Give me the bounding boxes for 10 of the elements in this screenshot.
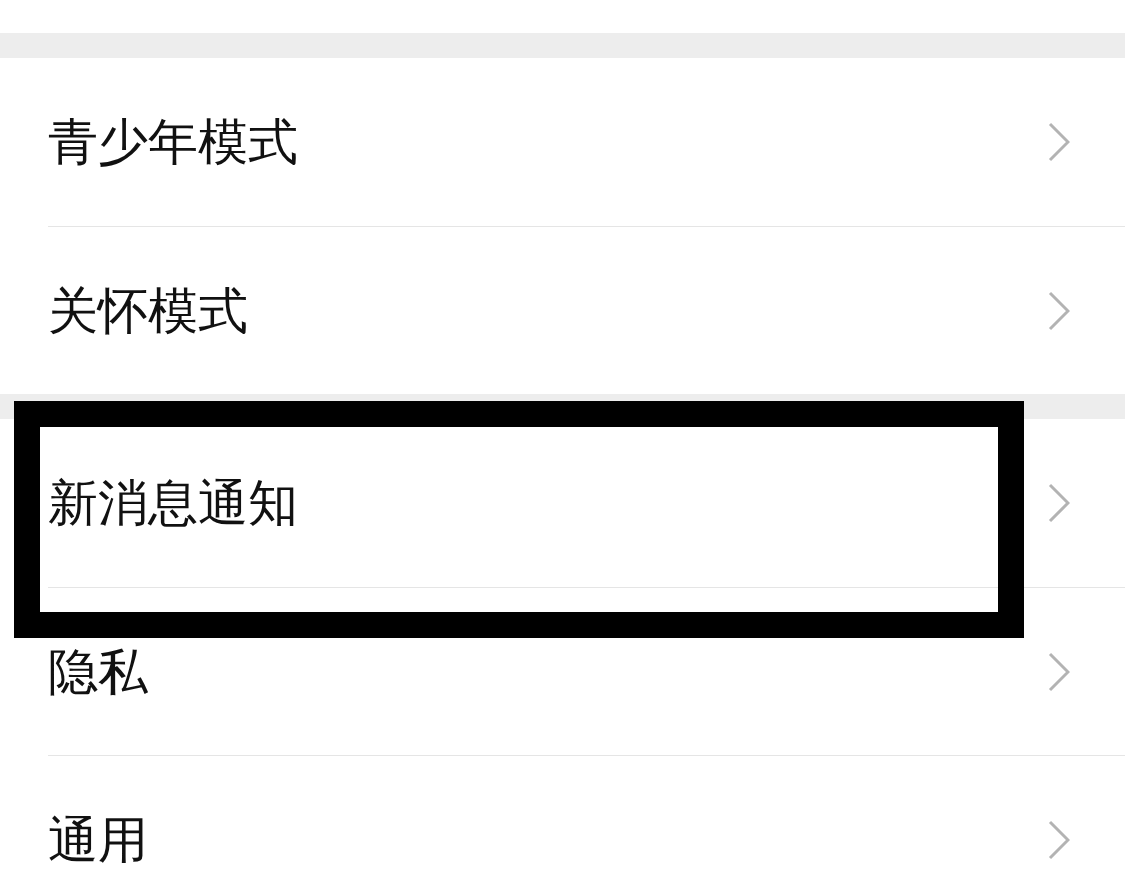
menu-item-label[interactable]: 关怀模式 bbox=[48, 285, 1048, 336]
chevron-right-icon bbox=[1048, 819, 1070, 860]
chevron-right-icon bbox=[1048, 483, 1070, 523]
chevron-right-icon bbox=[1048, 290, 1070, 331]
menu-item-label[interactable]: 通用 bbox=[48, 814, 1048, 865]
menu-item-label[interactable]: 新消息通知 bbox=[48, 478, 1048, 528]
chevron-right-icon bbox=[1048, 651, 1070, 692]
menu-item-label[interactable]: 青少年模式 bbox=[48, 117, 1048, 167]
menu-item-label[interactable]: 隐私 bbox=[48, 646, 1048, 697]
chevron-right-icon bbox=[1048, 122, 1070, 162]
